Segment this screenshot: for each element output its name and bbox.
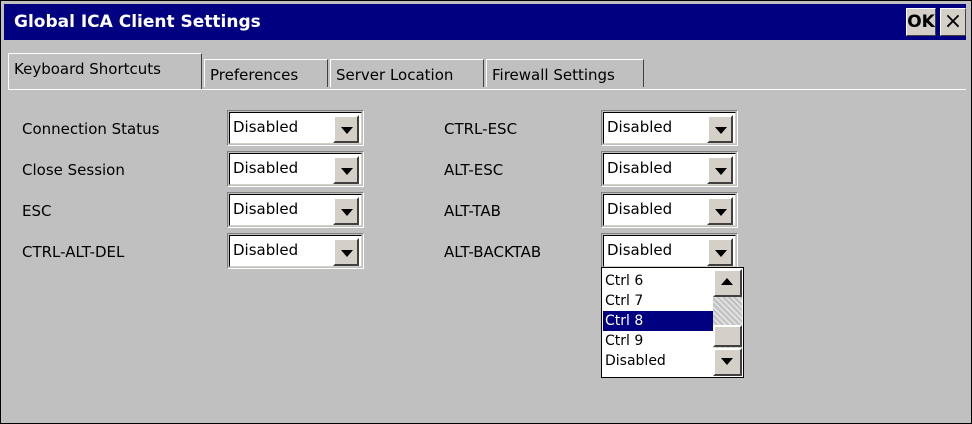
list-scrollbar[interactable] — [713, 269, 742, 376]
dropdown-button[interactable] — [333, 115, 359, 143]
tab-server-location[interactable]: Server Location — [330, 59, 484, 87]
select-value: Disabled — [233, 200, 299, 218]
settings-window: Global ICA Client Settings OK × Keyboard… — [0, 0, 972, 424]
chevron-up-icon — [721, 278, 733, 285]
list-option[interactable]: Ctrl 9 — [603, 331, 713, 351]
chevron-down-icon — [341, 168, 353, 175]
select-value: Disabled — [233, 118, 299, 136]
alt-tab-select[interactable]: Disabled — [601, 192, 738, 228]
alt-esc-label: ALT-ESC — [444, 161, 504, 179]
list-option[interactable]: Ctrl 6 — [603, 271, 713, 291]
chevron-down-icon — [341, 127, 353, 134]
ok-button[interactable]: OK — [906, 8, 936, 36]
chevron-down-icon — [715, 168, 727, 175]
alt-esc-select[interactable]: Disabled — [601, 151, 738, 187]
close-button[interactable]: × — [940, 8, 966, 36]
esc-select[interactable]: Disabled — [227, 192, 364, 228]
chevron-down-icon — [721, 358, 733, 365]
select-value: Disabled — [607, 118, 673, 136]
dropdown-button[interactable] — [333, 238, 359, 266]
dropdown-button[interactable] — [707, 156, 733, 184]
select-value: Disabled — [233, 159, 299, 177]
tab-panel-border — [8, 89, 966, 90]
select-value: Disabled — [607, 241, 673, 259]
tab-strip: Keyboard Shortcuts Preferences Server Lo… — [8, 47, 958, 91]
chevron-down-icon — [715, 250, 727, 257]
scroll-thumb[interactable] — [713, 325, 742, 347]
list-option[interactable]: Ctrl 7 — [603, 291, 713, 311]
select-value: Disabled — [607, 159, 673, 177]
select-value: Disabled — [607, 200, 673, 218]
chevron-down-icon — [715, 209, 727, 216]
dropdown-button[interactable] — [707, 197, 733, 225]
alt-backtab-dropdown-list[interactable]: Ctrl 6 Ctrl 7 Ctrl 8 Ctrl 9 Disabled — [601, 267, 744, 378]
close-session-label: Close Session — [22, 161, 125, 179]
chevron-down-icon — [341, 209, 353, 216]
dropdown-button[interactable] — [333, 197, 359, 225]
dropdown-button[interactable] — [707, 115, 733, 143]
chevron-down-icon — [715, 127, 727, 134]
dropdown-button[interactable] — [333, 156, 359, 184]
close-session-select[interactable]: Disabled — [227, 151, 364, 187]
title-bar: Global ICA Client Settings OK × — [4, 4, 966, 40]
scroll-up-button[interactable] — [713, 269, 742, 297]
connection-status-label: Connection Status — [22, 120, 160, 138]
alt-backtab-select[interactable]: Disabled — [601, 233, 738, 269]
ctrl-alt-del-label: CTRL-ALT-DEL — [22, 243, 125, 261]
ctrl-esc-label: CTRL-ESC — [444, 120, 518, 138]
ctrl-esc-select[interactable]: Disabled — [601, 110, 738, 146]
select-value: Disabled — [233, 241, 299, 259]
dropdown-button[interactable] — [707, 238, 733, 266]
tab-preferences[interactable]: Preferences — [204, 59, 328, 87]
alt-tab-label: ALT-TAB — [444, 202, 501, 220]
ctrl-alt-del-select[interactable]: Disabled — [227, 233, 364, 269]
chevron-down-icon — [341, 250, 353, 257]
scroll-down-button[interactable] — [713, 348, 742, 376]
alt-backtab-label: ALT-BACKTAB — [444, 243, 542, 261]
esc-label: ESC — [22, 202, 52, 220]
list-option[interactable]: Disabled — [603, 351, 713, 371]
window-title: Global ICA Client Settings — [14, 12, 261, 32]
tab-firewall-settings[interactable]: Firewall Settings — [486, 59, 644, 87]
connection-status-select[interactable]: Disabled — [227, 110, 364, 146]
list-option-selected[interactable]: Ctrl 8 — [603, 311, 713, 331]
tab-keyboard-shortcuts[interactable]: Keyboard Shortcuts — [8, 53, 202, 89]
